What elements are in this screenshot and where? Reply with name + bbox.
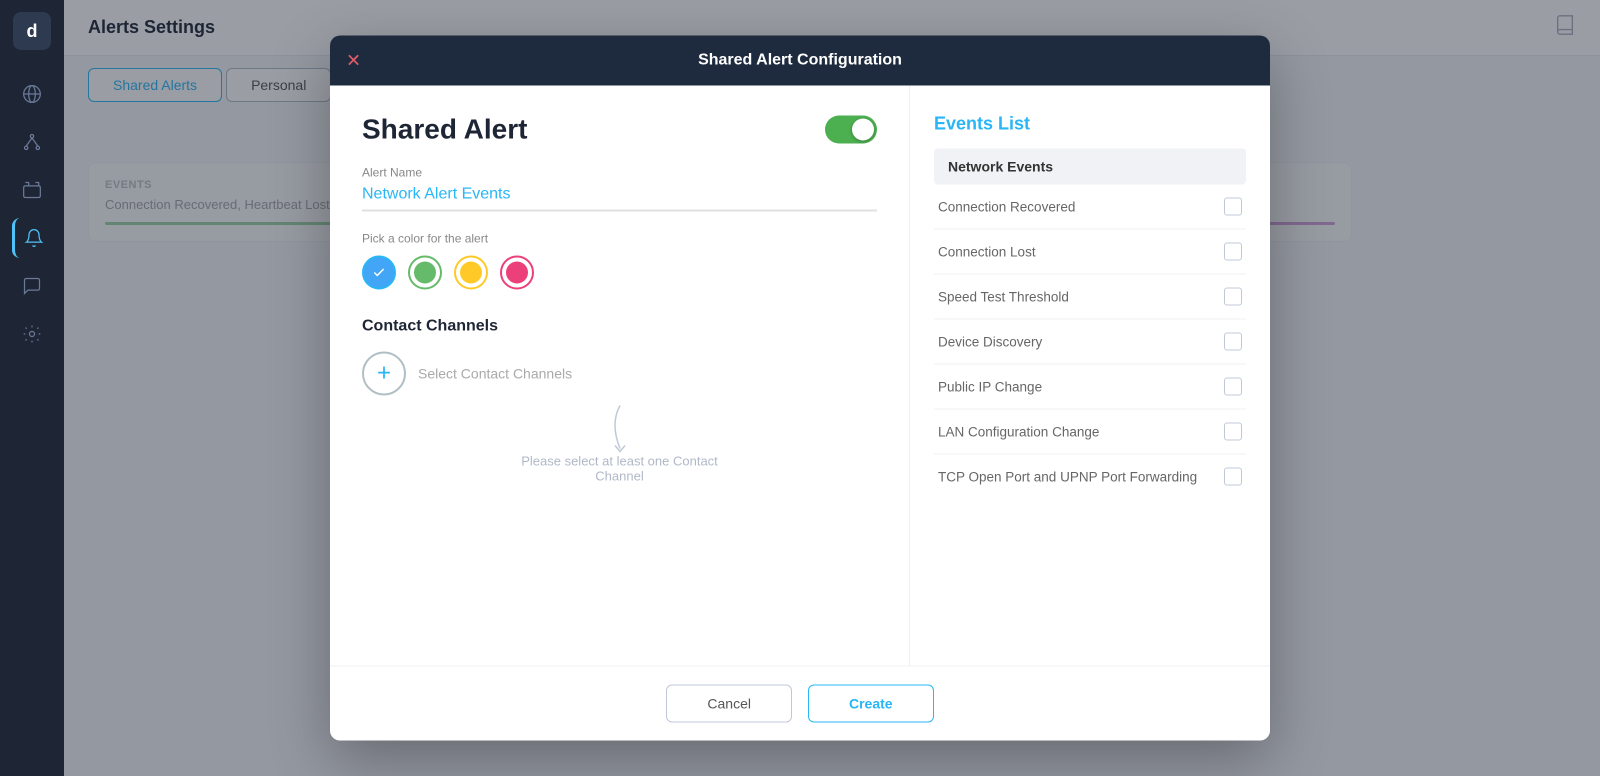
color-swatch-blue[interactable]: [362, 256, 396, 290]
sidebar-item-network[interactable]: [12, 122, 52, 162]
event-item-connection-lost: Connection Lost: [934, 230, 1246, 275]
sidebar-item-alerts[interactable]: [12, 218, 52, 258]
sidebar-item-settings[interactable]: [12, 314, 52, 354]
event-label-connection-lost: Connection Lost: [938, 244, 1036, 259]
event-checkbox-public-ip-change[interactable]: [1224, 378, 1242, 396]
event-item-lan-configuration-change: LAN Configuration Change: [934, 410, 1246, 455]
event-label-speed-test-threshold: Speed Test Threshold: [938, 289, 1069, 304]
sidebar: d: [0, 0, 64, 776]
modal-title-row: Shared Alert: [362, 114, 877, 146]
modal-section-title: Shared Alert: [362, 114, 527, 146]
event-item-speed-test-threshold: Speed Test Threshold: [934, 275, 1246, 320]
event-label-connection-recovered: Connection Recovered: [938, 199, 1075, 214]
events-list-title: Events List: [934, 114, 1246, 135]
color-swatch-green[interactable]: [408, 256, 442, 290]
color-swatch-pink[interactable]: [500, 256, 534, 290]
events-category: Network Events: [934, 149, 1246, 185]
modal-close-button[interactable]: ✕: [346, 52, 361, 70]
event-checkbox-lan-configuration-change[interactable]: [1224, 423, 1242, 441]
sidebar-item-support[interactable]: [12, 266, 52, 306]
modal-left-panel: Shared Alert Alert Name Network Alert Ev…: [330, 86, 910, 666]
color-swatches: [362, 256, 877, 290]
event-checkbox-tcp-open-port[interactable]: [1224, 468, 1242, 486]
cancel-button[interactable]: Cancel: [666, 685, 792, 723]
app-logo[interactable]: d: [13, 12, 51, 50]
modal-body: Shared Alert Alert Name Network Alert Ev…: [330, 86, 1270, 666]
color-picker-label: Pick a color for the alert: [362, 232, 877, 246]
event-item-tcp-open-port: TCP Open Port and UPNP Port Forwarding: [934, 455, 1246, 499]
modal-header-title: Shared Alert Configuration: [698, 52, 902, 69]
sidebar-item-globe[interactable]: [12, 74, 52, 114]
alert-name-value[interactable]: Network Alert Events: [362, 186, 877, 212]
create-button[interactable]: Create: [808, 685, 934, 723]
event-item-public-ip-change: Public IP Change: [934, 365, 1246, 410]
event-checkbox-connection-lost[interactable]: [1224, 243, 1242, 261]
channel-hint-text: Please select at least one Contact Chann…: [520, 454, 720, 484]
event-checkbox-speed-test-threshold[interactable]: [1224, 288, 1242, 306]
modal-footer: Cancel Create: [330, 666, 1270, 741]
sidebar-item-devices[interactable]: [12, 170, 52, 210]
event-checkbox-connection-recovered[interactable]: [1224, 198, 1242, 216]
shared-alert-modal: ✕ Shared Alert Configuration Shared Aler…: [330, 36, 1270, 741]
modal-header: ✕ Shared Alert Configuration: [330, 36, 1270, 86]
alert-name-label: Alert Name: [362, 166, 877, 180]
events-scroll-area[interactable]: Network Events Connection Recovered Conn…: [934, 149, 1246, 569]
event-label-tcp-open-port: TCP Open Port and UPNP Port Forwarding: [938, 469, 1197, 484]
event-checkbox-device-discovery[interactable]: [1224, 333, 1242, 351]
event-item-device-discovery: Device Discovery: [934, 320, 1246, 365]
event-label-device-discovery: Device Discovery: [938, 334, 1042, 349]
modal-right-panel: Events List Network Events Connection Re…: [910, 86, 1270, 666]
channel-arrow-hint: Please select at least one Contact Chann…: [362, 404, 877, 484]
channel-row: + Select Contact Channels: [362, 352, 877, 396]
channel-placeholder: Select Contact Channels: [418, 366, 572, 382]
event-label-lan-configuration-change: LAN Configuration Change: [938, 424, 1099, 439]
color-swatch-yellow[interactable]: [454, 256, 488, 290]
event-item-connection-recovered: Connection Recovered: [934, 185, 1246, 230]
event-label-public-ip-change: Public IP Change: [938, 379, 1042, 394]
contact-channels-title: Contact Channels: [362, 318, 877, 336]
alert-toggle[interactable]: [825, 116, 877, 144]
add-channel-button[interactable]: +: [362, 352, 406, 396]
